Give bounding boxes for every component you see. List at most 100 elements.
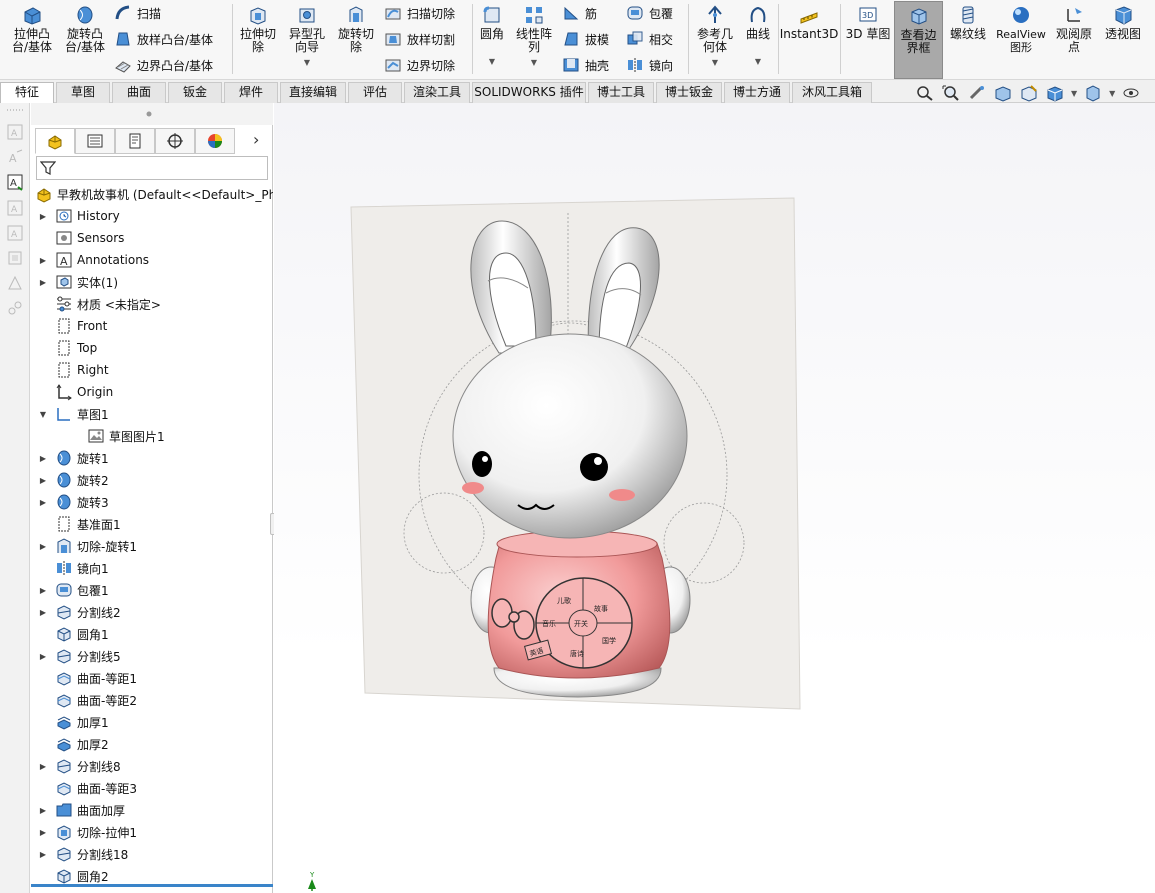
reference-geometry-button[interactable]: 参考几 何体 ▼ <box>692 4 738 69</box>
fillet-button[interactable]: 圆角 ▼ <box>476 4 508 68</box>
expand-arrow-icon[interactable]: ▶ <box>37 850 49 859</box>
mirror-button[interactable]: 镜向 <box>626 54 673 76</box>
tree-item[interactable]: ▶ History <box>31 205 273 227</box>
tree-item[interactable]: ▶ 切除-旋转1 <box>31 535 273 557</box>
expand-arrow-icon[interactable]: ▶ <box>37 762 49 771</box>
extrude-cut-button[interactable]: 拉伸切 除 <box>236 4 280 54</box>
expand-arrow-icon[interactable]: ▶ <box>37 652 49 661</box>
tree-item[interactable]: 材质 <未指定> <box>31 293 273 315</box>
tab-doctor-tools[interactable]: 博士工具 <box>588 82 654 103</box>
loft-boss-button[interactable]: 放样凸台/基体 <box>114 28 213 50</box>
more-tabs-chevron-icon[interactable]: › <box>253 130 259 149</box>
tree-item[interactable]: 草图图片1 <box>31 425 273 447</box>
hole-wizard-button[interactable]: 异型孔 向导 ▼ <box>284 4 330 69</box>
panel-grip[interactable] <box>31 103 273 125</box>
hide-show-items-icon[interactable] <box>1121 84 1141 102</box>
view-orientation-icon[interactable] <box>1045 84 1065 102</box>
annotation-note-icon[interactable]: A <box>6 173 24 191</box>
tab-sheet-metal[interactable]: 钣金 <box>168 82 222 103</box>
balloon-icon[interactable]: A <box>6 199 24 217</box>
tab-doctor-sheet-metal[interactable]: 博士钣金 <box>656 82 722 103</box>
tree-item[interactable]: ▶ 包覆1 <box>31 579 273 601</box>
expand-arrow-icon[interactable]: ▶ <box>37 256 49 265</box>
view-orientation-dropdown-icon[interactable]: ▼ <box>1071 89 1077 98</box>
expand-arrow-icon[interactable]: ▶ <box>37 476 49 485</box>
curves-dropdown-icon[interactable]: ▼ <box>755 55 761 68</box>
instant3d-button[interactable]: Instant3D <box>780 4 838 41</box>
expand-arrow-icon[interactable]: ▶ <box>37 828 49 837</box>
bunny-head[interactable] <box>452 333 688 539</box>
linear-pattern-button[interactable]: 线性阵 列 ▼ <box>512 4 556 69</box>
perspective-button[interactable]: 透视图 <box>1100 4 1146 41</box>
tree-item[interactable]: 加厚1 <box>31 711 273 733</box>
dynamic-annotation-icon[interactable] <box>1019 84 1039 102</box>
expand-arrow-icon[interactable]: ▶ <box>37 212 49 221</box>
tree-item[interactable]: ▶ 旋转2 <box>31 469 273 491</box>
expand-arrow-icon[interactable]: ▶ <box>37 608 49 617</box>
tree-item[interactable]: 基准面1 <box>31 513 273 535</box>
revolve-boss-button[interactable]: 旋转凸 台/基体 <box>60 4 110 54</box>
expand-arrow-icon[interactable]: ▶ <box>37 806 49 815</box>
zoom-to-fit-icon[interactable] <box>915 84 935 102</box>
tab-direct-editing[interactable]: 直接编辑 <box>280 82 346 103</box>
realview-button[interactable]: RealView 图形 <box>994 4 1048 54</box>
display-style-dropdown-icon[interactable]: ▼ <box>1109 89 1115 98</box>
tree-item[interactable]: 曲面-等距2 <box>31 689 273 711</box>
thread-button[interactable]: 螺纹线 <box>946 4 990 41</box>
tree-item[interactable]: ▶ 旋转3 <box>31 491 273 513</box>
draft-button[interactable]: 拔模 <box>562 28 609 50</box>
hole-wizard-dropdown-icon[interactable]: ▼ <box>304 56 310 69</box>
tree-item[interactable]: ▶ 旋转1 <box>31 447 273 469</box>
3d-sketch-button[interactable]: 3D 3D 草图 <box>844 4 892 41</box>
expand-arrow-icon[interactable]: ▶ <box>37 586 49 595</box>
tab-display-manager[interactable] <box>195 128 235 154</box>
tab-sketch[interactable]: 草图 <box>56 82 110 103</box>
tree-item[interactable]: 加厚2 <box>31 733 273 755</box>
view-origins-button[interactable]: 观阅原 点 <box>1052 4 1096 54</box>
tab-dimxpert-manager[interactable] <box>155 128 195 154</box>
tab-property-manager[interactable] <box>75 128 115 154</box>
linear-pattern-dropdown-icon[interactable]: ▼ <box>531 56 537 69</box>
revolve-cut-button[interactable]: 旋转切 除 <box>334 4 378 54</box>
tree-filter-field[interactable] <box>36 156 268 180</box>
datum-feature-icon[interactable] <box>6 249 24 267</box>
tree-item[interactable]: ▶ 实体(1) <box>31 271 273 293</box>
expand-arrow-icon[interactable]: ▶ <box>37 454 49 463</box>
curves-button[interactable]: 曲线 ▼ <box>742 4 774 68</box>
tab-doctor-square-tube[interactable]: 博士方通 <box>724 82 790 103</box>
tree-item[interactable]: ▶ A Annotations <box>31 249 273 271</box>
tree-item[interactable]: 曲面-等距3 <box>31 777 273 799</box>
tree-item[interactable]: 曲面-等距1 <box>31 667 273 689</box>
tree-item[interactable]: Sensors <box>31 227 273 249</box>
section-view-icon[interactable] <box>993 84 1013 102</box>
tree-item[interactable]: ▶ 分割线2 <box>31 601 273 623</box>
tree-item[interactable]: Origin <box>31 381 273 403</box>
shell-button[interactable]: 抽壳 <box>562 54 609 76</box>
smart-dimension-icon[interactable]: A <box>6 123 24 141</box>
sweep-button[interactable]: 扫描 <box>114 2 161 24</box>
tree-root-part[interactable]: 早教机故事机 (Default<<Default>_Ph <box>31 183 273 205</box>
hole-callout-icon[interactable] <box>6 299 24 317</box>
collapse-arrow-icon[interactable]: ▼ <box>37 410 49 419</box>
tree-item[interactable]: Front <box>31 315 273 337</box>
tab-feature-manager[interactable] <box>35 128 75 154</box>
tree-item[interactable]: 圆角1 <box>31 623 273 645</box>
tree-item[interactable]: 镜向1 <box>31 557 273 579</box>
tab-weldments[interactable]: 焊件 <box>224 82 278 103</box>
expand-arrow-icon[interactable]: ▶ <box>37 542 49 551</box>
graphics-area[interactable]: 开关 儿歌 故事 音乐 国学 唐诗 英语 Y <box>274 103 1155 893</box>
tab-solidworks-addins[interactable]: SOLIDWORKS 插件 <box>472 82 586 103</box>
tree-item[interactable]: ▶ 分割线8 <box>31 755 273 777</box>
tab-evaluate[interactable]: 评估 <box>348 82 402 103</box>
button-dial[interactable]: 开关 儿歌 故事 音乐 国学 唐诗 <box>535 577 633 669</box>
reference-geometry-dropdown-icon[interactable]: ▼ <box>712 56 718 69</box>
geometric-tolerance-icon[interactable] <box>6 274 24 292</box>
lofted-cut-button[interactable]: 放样切割 <box>384 28 455 50</box>
boundary-boss-button[interactable]: 边界凸台/基体 <box>114 54 213 76</box>
expand-arrow-icon[interactable]: ▶ <box>37 278 49 287</box>
previous-view-icon[interactable] <box>967 84 987 102</box>
tab-features[interactable]: 特征 <box>0 82 54 103</box>
tree-item[interactable]: ▶ 曲面加厚 <box>31 799 273 821</box>
tree-item[interactable]: ▶ 分割线5 <box>31 645 273 667</box>
tab-render-tools[interactable]: 渲染工具 <box>404 82 470 103</box>
